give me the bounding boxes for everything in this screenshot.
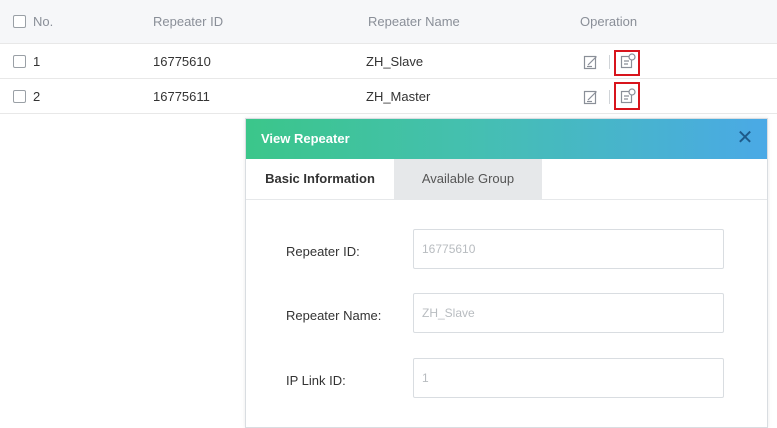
tab-available-group[interactable]: Available Group [394,159,542,199]
ip-link-id-field[interactable]: 1 [413,358,724,398]
column-header-repeater-name: Repeater Name [368,14,460,29]
highlight-box [614,50,640,76]
select-all-checkbox[interactable] [13,15,26,28]
row-checkbox[interactable] [13,90,26,103]
row-checkbox[interactable] [13,55,26,68]
dialog-tabs: Basic Information Available Group [246,159,767,199]
table-header: No. Repeater ID Repeater Name Operation [0,0,777,44]
row-number: 2 [33,89,41,104]
repeater-name-label: Repeater Name: [286,308,382,323]
tab-divider [246,199,767,200]
tab-basic-information[interactable]: Basic Information [246,159,394,199]
ip-link-id-label: IP Link ID: [286,373,346,388]
operation-separator [609,55,610,69]
repeater-id-cell: 16775610 [153,54,211,69]
dialog-header: View Repeater ✕ [246,119,767,159]
row-number: 1 [33,54,41,69]
repeater-id-label: Repeater ID: [286,244,360,259]
column-header-no: No. [33,14,54,29]
repeater-name-cell: ZH_Slave [366,54,424,69]
highlight-box [614,82,640,110]
repeater-id-cell: 16775611 [153,89,210,104]
column-header-operation: Operation [580,14,638,29]
table-row: 2 16775611 ZH_Master [0,79,777,114]
column-header-repeater-id: Repeater ID [153,14,224,29]
repeater-id-field[interactable]: 16775610 [413,229,724,269]
view-repeater-dialog: View Repeater ✕ Basic Information Availa… [245,118,768,428]
dialog-title: View Repeater [261,131,350,146]
close-icon[interactable]: ✕ [735,128,755,148]
operation-separator [609,90,610,104]
edit-icon[interactable] [583,89,599,105]
edit-icon[interactable] [583,54,599,70]
table-row: 1 16775610 ZH_Slave [0,44,777,79]
repeater-name-field[interactable]: ZH_Slave [413,293,724,333]
repeater-name-cell: ZH_Master [366,89,431,104]
